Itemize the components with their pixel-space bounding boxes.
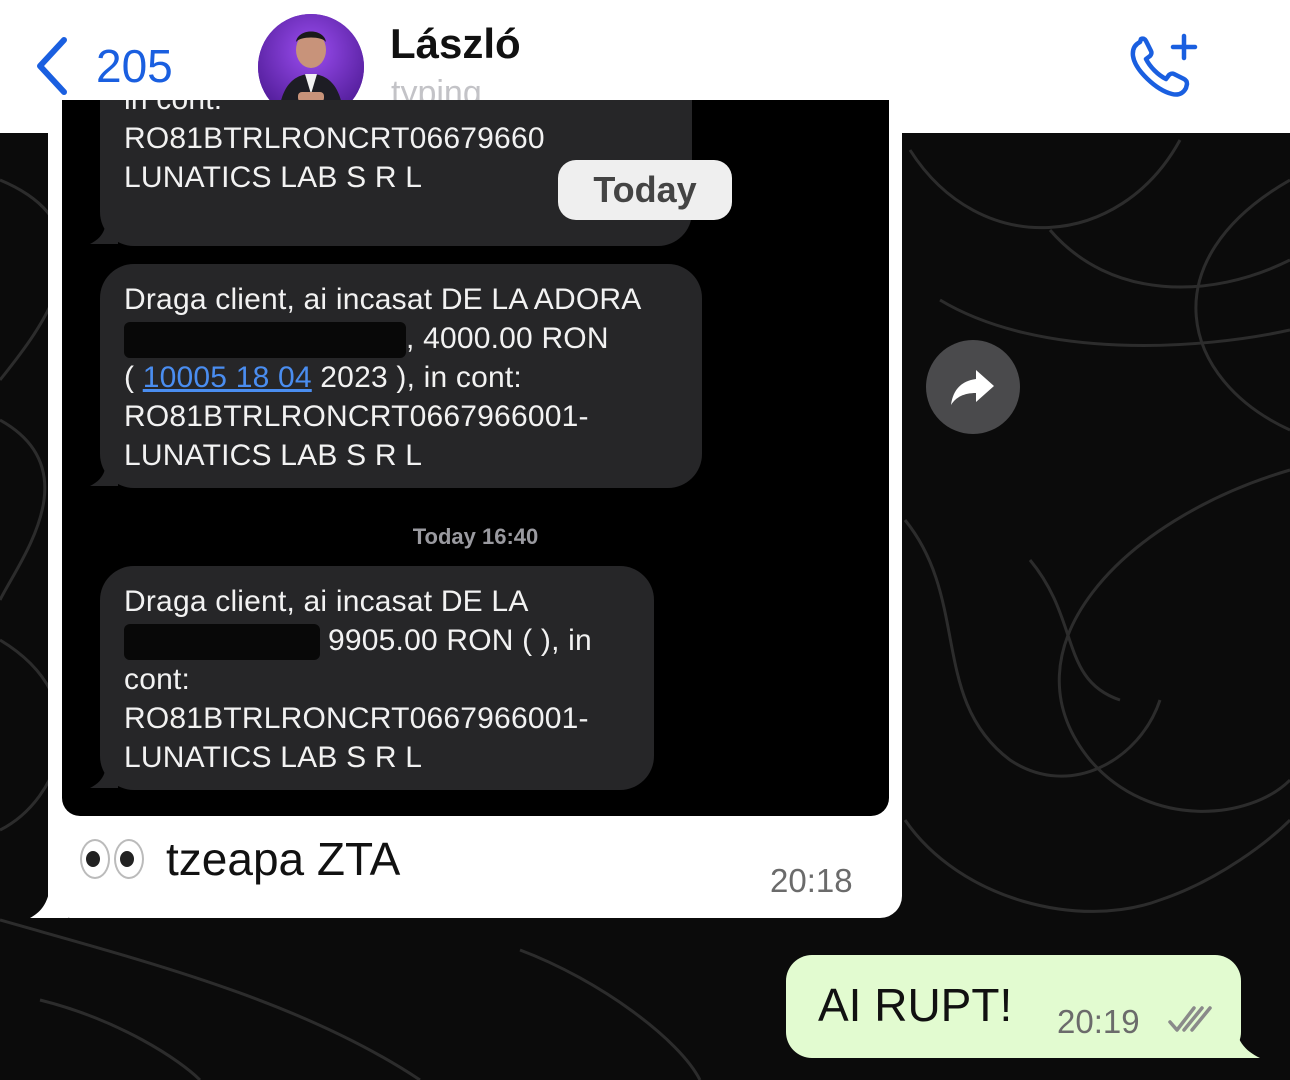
sms-bubble-middle: Draga client, ai incasat DE LA ADORA , 4…: [100, 264, 702, 488]
sms-detected-link[interactable]: 10005 18 04: [143, 361, 312, 394]
add-call-button[interactable]: [1126, 30, 1202, 102]
sms-text: 2023 ), in cont:: [311, 361, 522, 395]
back-button[interactable]: 205: [34, 34, 173, 98]
caption-text: tzeapa ZTA: [166, 833, 401, 885]
sms-tail: [90, 218, 118, 244]
sms-tail: [90, 762, 118, 788]
sms-text-line: RO81BTRLRONCRT0667966001-: [124, 702, 589, 736]
sms-text-line: , 4000.00 RON: [124, 319, 678, 359]
sms-text-line: Draga client, ai incasat DE LA: [124, 585, 529, 618]
message-caption: tzeapa ZTA: [80, 832, 400, 886]
date-separator-pill: Today: [558, 160, 732, 220]
attached-screenshot[interactable]: in cont: RO81BTRLRONCRT06679660 LUNATICS…: [62, 100, 889, 816]
incoming-message-time: 20:18: [770, 862, 853, 899]
sms-timestamp: Today 16:40: [412, 524, 539, 549]
sms-text-line: cont:: [124, 663, 191, 697]
sms-text-line: LUNATICS LAB S R L: [124, 741, 423, 775]
sms-bubble-bottom: Draga client, ai incasat DE LA 9905.00 R…: [100, 566, 654, 790]
sms-text-line: RO81BTRLRONCRT06679660: [124, 122, 545, 155]
forward-button[interactable]: [926, 340, 1020, 434]
sms-text-line: LUNATICS LAB S R L: [124, 439, 423, 473]
sms-tail: [90, 460, 118, 486]
redaction-mark: [124, 322, 406, 359]
chevron-left-icon: [37, 37, 67, 95]
outgoing-message-time: 20:19: [1057, 1003, 1140, 1040]
sms-text-line: Draga client, ai incasat DE LA ADORA: [124, 283, 642, 316]
contact-name[interactable]: László: [390, 20, 521, 68]
phone-add-icon: [1130, 33, 1198, 97]
redaction-mark: [124, 624, 320, 661]
sms-text: (: [124, 361, 143, 395]
eyes-emoji-icon: [80, 839, 144, 879]
sms-text-line: 9905.00 RON ( ), in: [124, 621, 630, 661]
sms-amount: 9905.00 RON ( ), in: [328, 624, 592, 657]
forward-arrow-icon: [951, 370, 994, 405]
sms-amount: , 4000.00 RON: [406, 322, 609, 355]
unread-count: 205: [96, 40, 173, 92]
sms-text-line: in cont:: [124, 100, 668, 119]
sms-text-line: RO81BTRLRONCRT0667966001-: [124, 400, 589, 434]
sms-text-line: ( 10005 18 04 2023 ), in cont:: [124, 358, 678, 397]
outgoing-message-text: AI RUPT!: [818, 979, 1013, 1031]
double-check-icon: [1168, 1006, 1212, 1032]
